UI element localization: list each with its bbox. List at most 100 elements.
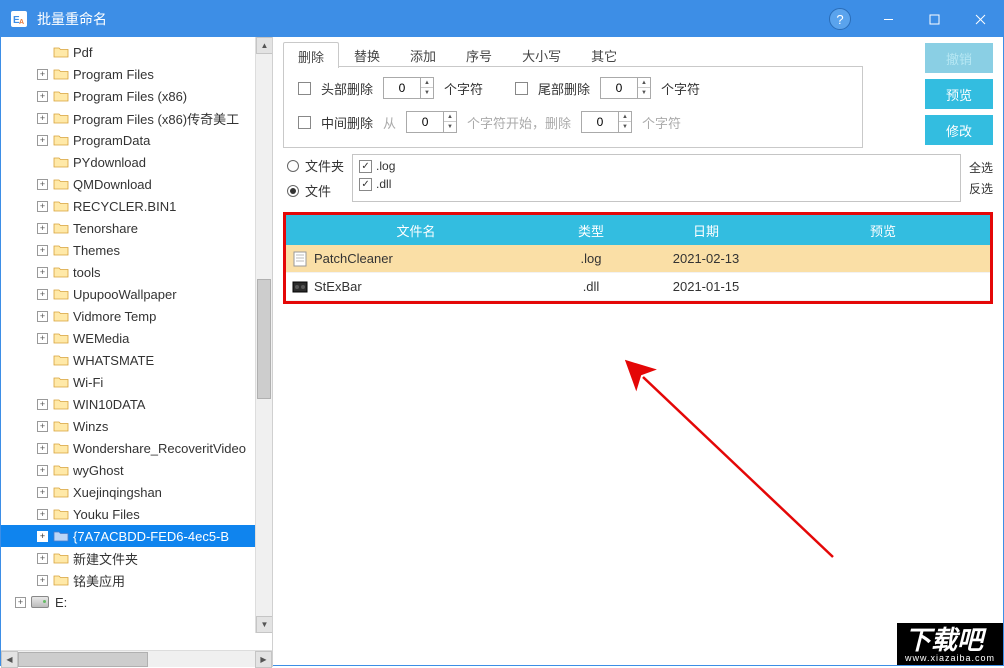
header-type[interactable]: 类型 [546, 221, 636, 240]
tree-item[interactable]: +Vidmore Temp [1, 305, 272, 327]
extension-item[interactable]: .log [359, 157, 954, 175]
tree-item[interactable]: WHATSMATE [1, 349, 272, 371]
scroll-right-button[interactable]: ▶ [255, 651, 272, 668]
preview-button[interactable]: 预览 [925, 79, 993, 109]
tail-delete-value[interactable] [601, 78, 637, 98]
apply-button[interactable]: 修改 [925, 115, 993, 145]
header-date[interactable]: 日期 [636, 221, 776, 240]
scroll-thumb[interactable] [18, 652, 148, 667]
expand-icon[interactable]: + [37, 421, 48, 432]
expand-icon[interactable]: + [37, 465, 48, 476]
tree-item[interactable]: +UpupooWallpaper [1, 283, 272, 305]
tab[interactable]: 大小写 [507, 41, 576, 67]
extension-checkbox[interactable] [359, 160, 372, 173]
tree-drive-item[interactable]: +E: [1, 591, 272, 613]
tree-item[interactable]: +Themes [1, 239, 272, 261]
sidebar-vertical-scrollbar[interactable]: ▲ ▼ [255, 37, 272, 633]
tab[interactable]: 其它 [576, 41, 632, 67]
header-name[interactable]: 文件名 [286, 221, 546, 240]
tree-item[interactable]: +Wondershare_RecoveritVideo [1, 437, 272, 459]
tail-delete-spinner[interactable]: ▲▼ [600, 77, 651, 99]
tree-item[interactable]: +Tenorshare [1, 217, 272, 239]
expand-icon[interactable]: + [37, 509, 48, 520]
tree-item[interactable]: +RECYCLER.BIN1 [1, 195, 272, 217]
select-all-link[interactable]: 全选 [969, 159, 993, 176]
tree-item[interactable]: PYdownload [1, 151, 272, 173]
mid-count-value[interactable] [582, 112, 618, 132]
minimize-button[interactable] [865, 1, 911, 37]
select-inverse-link[interactable]: 反选 [969, 180, 993, 197]
expand-icon[interactable]: + [37, 531, 48, 542]
tab[interactable]: 替换 [339, 41, 395, 67]
expand-icon[interactable]: + [37, 91, 48, 102]
scroll-left-button[interactable]: ◀ [1, 651, 18, 668]
tree-item[interactable]: +tools [1, 261, 272, 283]
tree-item[interactable]: +新建文件夹 [1, 547, 272, 569]
radio-folder[interactable]: 文件夹 [287, 156, 344, 175]
undo-button[interactable]: 撤销 [925, 43, 993, 73]
expand-icon[interactable]: + [37, 267, 48, 278]
tree-item[interactable]: +Program Files (x86)传奇美工 [1, 107, 272, 129]
tree-item[interactable]: +Xuejinqingshan [1, 481, 272, 503]
tree-item[interactable]: Pdf [1, 41, 272, 63]
tree-item[interactable]: +Winzs [1, 415, 272, 437]
expand-icon[interactable]: + [37, 201, 48, 212]
mid-delete-checkbox[interactable] [298, 116, 311, 129]
tab[interactable]: 添加 [395, 41, 451, 67]
folder-icon [53, 353, 69, 367]
folder-tree[interactable]: Pdf+Program Files+Program Files (x86)+Pr… [1, 37, 272, 613]
expand-icon[interactable]: + [37, 69, 48, 80]
expand-icon[interactable]: + [15, 597, 26, 608]
tree-item[interactable]: +Program Files [1, 63, 272, 85]
head-delete-spinner[interactable]: ▲▼ [383, 77, 434, 99]
extension-filter-box[interactable]: .log.dll [352, 154, 961, 202]
expand-icon[interactable]: + [37, 289, 48, 300]
expand-icon[interactable]: + [37, 443, 48, 454]
scroll-up-button[interactable]: ▲ [256, 37, 272, 54]
tree-item[interactable]: Wi-Fi [1, 371, 272, 393]
tree-item[interactable]: +ProgramData [1, 129, 272, 151]
tree-item[interactable]: +wyGhost [1, 459, 272, 481]
table-row[interactable]: PatchCleaner.log2021-02-13 [286, 245, 990, 273]
radio-file[interactable]: 文件 [287, 181, 344, 200]
expand-icon[interactable]: + [37, 179, 48, 190]
header-preview[interactable]: 预览 [776, 221, 990, 240]
expand-icon[interactable]: + [37, 113, 48, 124]
head-delete-checkbox[interactable] [298, 82, 311, 95]
tree-item[interactable]: +WIN10DATA [1, 393, 272, 415]
mid-from-value[interactable] [407, 112, 443, 132]
mid-count-spinner[interactable]: ▲▼ [581, 111, 632, 133]
mid-from-spinner[interactable]: ▲▼ [406, 111, 457, 133]
help-button[interactable]: ? [829, 8, 851, 30]
sidebar-horizontal-scrollbar[interactable]: ◀ ▶ [1, 650, 272, 667]
tab[interactable]: 删除 [283, 42, 339, 68]
expand-icon[interactable]: + [37, 223, 48, 234]
expand-icon[interactable]: + [37, 575, 48, 586]
tree-item[interactable]: +{7A7ACBDD-FED6-4ec5-B [1, 525, 272, 547]
tree-item[interactable]: +WEMedia [1, 327, 272, 349]
close-button[interactable] [957, 1, 1003, 37]
tree-item[interactable]: +Program Files (x86) [1, 85, 272, 107]
table-row[interactable]: StExBar.dll2021-01-15 [286, 273, 990, 301]
tab[interactable]: 序号 [451, 41, 507, 67]
expand-icon[interactable]: + [37, 135, 48, 146]
scroll-thumb[interactable] [257, 279, 271, 399]
window-title: 批量重命名 [37, 9, 829, 29]
tail-delete-checkbox[interactable] [515, 82, 528, 95]
head-delete-value[interactable] [384, 78, 420, 98]
tree-item[interactable]: +铭美应用 [1, 569, 272, 591]
extension-item[interactable]: .dll [359, 175, 954, 193]
tree-item[interactable]: +QMDownload [1, 173, 272, 195]
scroll-down-button[interactable]: ▼ [256, 616, 272, 633]
extension-checkbox[interactable] [359, 178, 372, 191]
tree-item[interactable]: +Youku Files [1, 503, 272, 525]
expand-icon[interactable]: + [37, 311, 48, 322]
cell-date: 2021-01-15 [636, 279, 776, 294]
expand-icon[interactable]: + [37, 399, 48, 410]
tab-delete-panel: 头部删除 ▲▼ 个字符 尾部删除 ▲▼ 个字符 [283, 67, 863, 148]
expand-icon[interactable]: + [37, 245, 48, 256]
expand-icon[interactable]: + [37, 553, 48, 564]
expand-icon[interactable]: + [37, 487, 48, 498]
expand-icon[interactable]: + [37, 333, 48, 344]
maximize-button[interactable] [911, 1, 957, 37]
